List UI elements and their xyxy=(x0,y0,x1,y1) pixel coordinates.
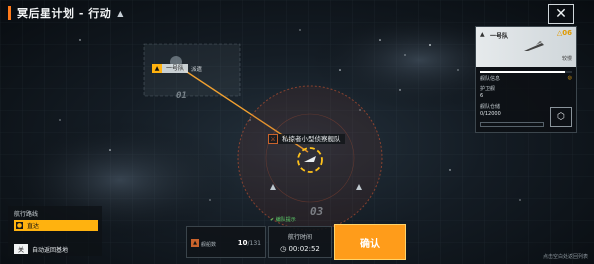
travel-time: ◷ 00:02:52 xyxy=(269,245,331,253)
travel-time-panel: 航行时间 ◷ 00:02:52 xyxy=(268,226,332,258)
route-panel: 航行路线 ● 直达 关 自动返回基地 xyxy=(8,206,102,256)
formation-tip-label: 编队提示 xyxy=(275,217,296,223)
header: 冥后星计划 - 行动 ▲ xyxy=(8,4,123,22)
fleet-info-label: 舰队信息 xyxy=(480,76,501,82)
ship-count-total: /131 xyxy=(247,240,261,247)
ship-icon xyxy=(524,41,544,51)
chevron-icon: ▲ xyxy=(152,64,162,73)
alert-icon[interactable]: ▲ xyxy=(117,9,123,18)
confirm-button[interactable]: 确认 xyxy=(334,224,406,260)
fleet-name: 一号队 xyxy=(490,33,509,40)
ship-count-panel[interactable]: ▲ 舰船数 10/131 xyxy=(186,226,266,258)
radio-icon: ● xyxy=(16,222,23,229)
enemy-icon: ⚔ xyxy=(268,134,278,144)
clock-icon: ◷ xyxy=(280,245,287,253)
route-option-label: 直达 xyxy=(27,223,40,230)
close-icon: ✕ xyxy=(555,6,567,22)
fleet-info-row[interactable]: 舰队信息 ◎ xyxy=(480,75,572,82)
fleet-level: △06 xyxy=(556,29,572,37)
ship-count: 10/131 xyxy=(238,239,261,247)
travel-time-value: 00:02:52 xyxy=(288,245,320,253)
fleet-speed: 较慢 xyxy=(561,56,572,62)
zone-label-01: 01 xyxy=(176,91,187,101)
formation-tip[interactable]: ✔ 编队提示 xyxy=(270,216,296,224)
enemy-map-tag[interactable]: ⚔ 私掠者小型侦察舰队 xyxy=(268,134,345,144)
info-icon: ◎ xyxy=(567,75,572,81)
title-accent xyxy=(8,6,11,20)
travel-time-label: 航行时间 xyxy=(287,234,312,241)
bottom-bar: ✔ 编队提示 ▲ 舰船数 10/131 航行时间 ◷ 00:02:52 确认 xyxy=(186,217,406,260)
route-option-direct[interactable]: ● 直达 xyxy=(14,220,98,231)
cargo-bar xyxy=(480,122,544,127)
escort-label: 护卫舰 xyxy=(480,86,496,92)
box-icon: ⬡ xyxy=(557,112,565,122)
fleet-panel: ▲ 一号队 △06 较慢 舰队信息 ◎ 护卫舰 6 舰队仓储 0/12000 ⬡ xyxy=(475,26,577,133)
fleet-bar xyxy=(480,71,572,73)
fleet-map-tag[interactable]: ▲ 一号队 派遣 xyxy=(152,64,202,73)
auto-return-toggle[interactable]: 关 xyxy=(14,244,28,254)
cargo-value: 0/12000 xyxy=(480,111,501,117)
auto-return-label: 自动返回基地 xyxy=(32,246,69,254)
check-icon: ✔ xyxy=(270,216,275,223)
auto-return-row: 关 自动返回基地 xyxy=(14,244,68,254)
close-button[interactable]: ✕ xyxy=(548,4,574,24)
enemy-name: 私掠者小型侦察舰队 xyxy=(278,134,345,144)
escort-count: 6 xyxy=(480,93,484,99)
ship-icon: ▲ xyxy=(191,239,199,247)
return-hint: 点击空白处返回列表 xyxy=(542,254,588,260)
fleet-panel-header[interactable]: ▲ 一号队 △06 较慢 xyxy=(476,27,576,67)
route-title: 航行路线 xyxy=(14,211,39,218)
cargo-box-button[interactable]: ⬡ xyxy=(550,107,572,127)
fleet-tag-label: 一号队 xyxy=(162,64,189,73)
fleet-bar-fill xyxy=(480,71,565,73)
ship-count-value: 10 xyxy=(237,239,248,247)
fleet-tag-status: 派遣 xyxy=(191,66,203,73)
chevron-icon: ▲ xyxy=(480,31,485,38)
ship-count-label: 舰船数 xyxy=(201,242,217,248)
cargo-label: 舰队仓储 xyxy=(480,104,501,110)
zone-label-03: 03 xyxy=(310,205,324,218)
page-title: 冥后星计划 - 行动 xyxy=(17,7,112,20)
